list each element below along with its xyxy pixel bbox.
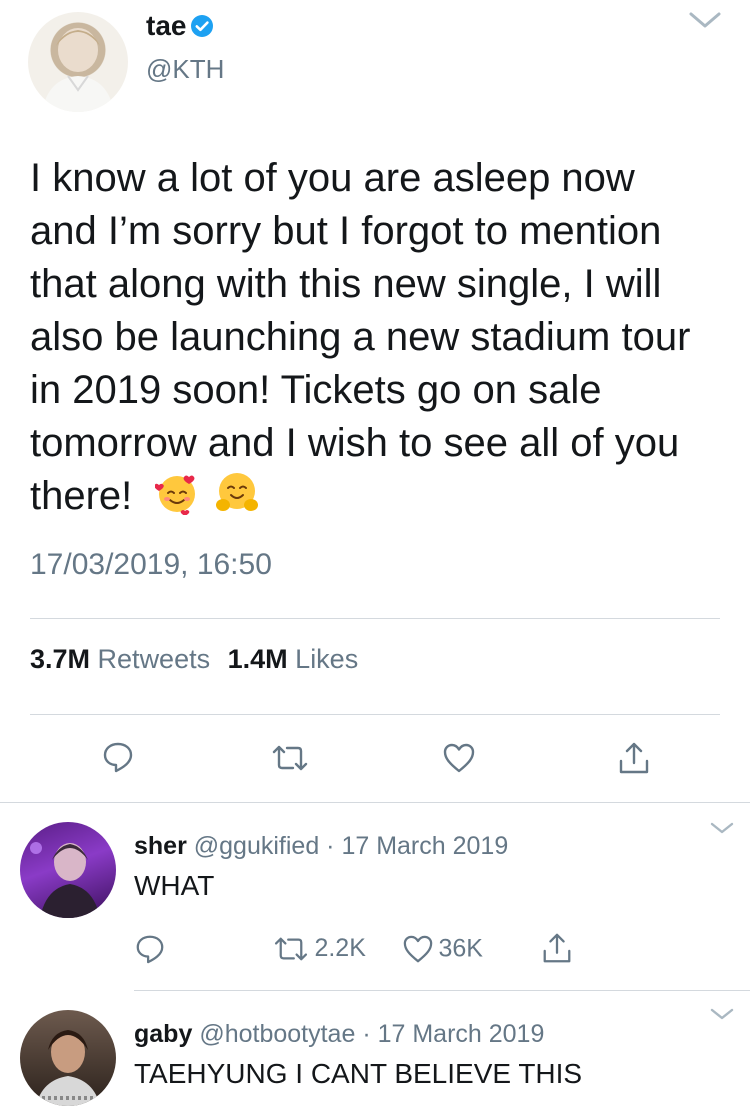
reply-like-action[interactable]: 36K <box>402 934 483 966</box>
reply-retweet-count: 2.2K <box>314 934 366 962</box>
likes-stat[interactable]: 1.4M Likes <box>228 644 359 674</box>
reply-date[interactable]: 17 March 2019 <box>378 1020 545 1048</box>
reply-author-handle[interactable]: @hotbootytae <box>199 1020 355 1048</box>
reply-date[interactable]: 17 March 2019 <box>341 832 508 860</box>
tweet-text-line: and I’m sorry but I forgot to mention <box>30 209 662 253</box>
reply-separator: · <box>326 832 335 860</box>
retweets-label: Retweets <box>97 644 211 674</box>
verified-badge-icon <box>190 14 214 38</box>
divider <box>134 990 750 991</box>
reply-avatar-portrait <box>36 1030 100 1106</box>
author-avatar[interactable] <box>28 12 128 112</box>
chevron-down-icon[interactable] <box>709 820 735 836</box>
divider <box>30 714 720 715</box>
retweet-icon <box>272 935 310 963</box>
retweet-icon[interactable] <box>270 743 310 773</box>
reply-header: sher @ggukified · 17 March 2019 <box>134 832 508 861</box>
author-name[interactable]: tae <box>146 10 186 42</box>
divider <box>30 618 720 619</box>
tweet-timestamp[interactable]: 17/03/2019, 16:50 <box>30 548 272 582</box>
reply-avatar[interactable] <box>20 822 116 918</box>
tweet-text-line: tomorrow and I wish to see all of you <box>30 421 680 465</box>
like-icon <box>402 934 434 964</box>
chevron-down-icon[interactable] <box>709 1006 735 1022</box>
tweet-text-line: also be launching a new stadium tour <box>30 315 691 359</box>
tweet-text-line: that along with this new single, I will <box>30 262 662 306</box>
reply-avatar[interactable] <box>20 1010 116 1106</box>
share-icon[interactable] <box>540 931 574 965</box>
tweet-stats: 3.7M Retweets 1.4M Likes <box>30 644 358 675</box>
likes-count: 1.4M <box>227 644 288 674</box>
divider <box>0 802 750 803</box>
reply-text: TAEHYUNG I CANT BELIEVE THIS <box>134 1058 583 1089</box>
author-handle[interactable]: @KTH <box>146 54 224 85</box>
chevron-down-icon[interactable] <box>688 10 722 30</box>
share-icon[interactable] <box>616 740 652 776</box>
reply-author-name[interactable]: sher <box>134 832 187 860</box>
tweet-text-end: there! <box>30 474 133 518</box>
reply-like-count: 36K <box>438 934 483 963</box>
tweet-text-line-last: there! <box>30 470 735 523</box>
retweets-stat[interactable]: 3.7M Retweets <box>30 644 218 674</box>
tweet-text-line: I know a lot of you are asleep now <box>30 156 635 200</box>
reply-separator: · <box>362 1020 371 1048</box>
reply-avatar-portrait <box>30 842 100 918</box>
smiling-face-with-hearts-icon <box>154 471 199 516</box>
reply-icon[interactable] <box>134 933 166 965</box>
reply-text: WHAT <box>134 870 215 901</box>
likes-label: Likes <box>295 644 359 674</box>
retweets-count: 3.7M <box>30 644 91 674</box>
tweet-text-line: in 2019 soon! Tickets go on sale <box>30 368 602 412</box>
avatar-portrait <box>42 28 114 112</box>
like-icon[interactable] <box>442 742 476 774</box>
reply-author-handle[interactable]: @ggukified <box>194 832 319 860</box>
reply-icon[interactable] <box>101 740 135 774</box>
tweet-text: I know a lot of you are asleep now and I… <box>30 152 735 523</box>
reply-header: gaby @hotbootytae · 17 March 2019 <box>134 1020 544 1049</box>
reply-retweet-action[interactable]: 2.2K <box>272 934 366 966</box>
hugging-face-icon <box>215 471 259 515</box>
reply-author-name[interactable]: gaby <box>134 1020 192 1048</box>
